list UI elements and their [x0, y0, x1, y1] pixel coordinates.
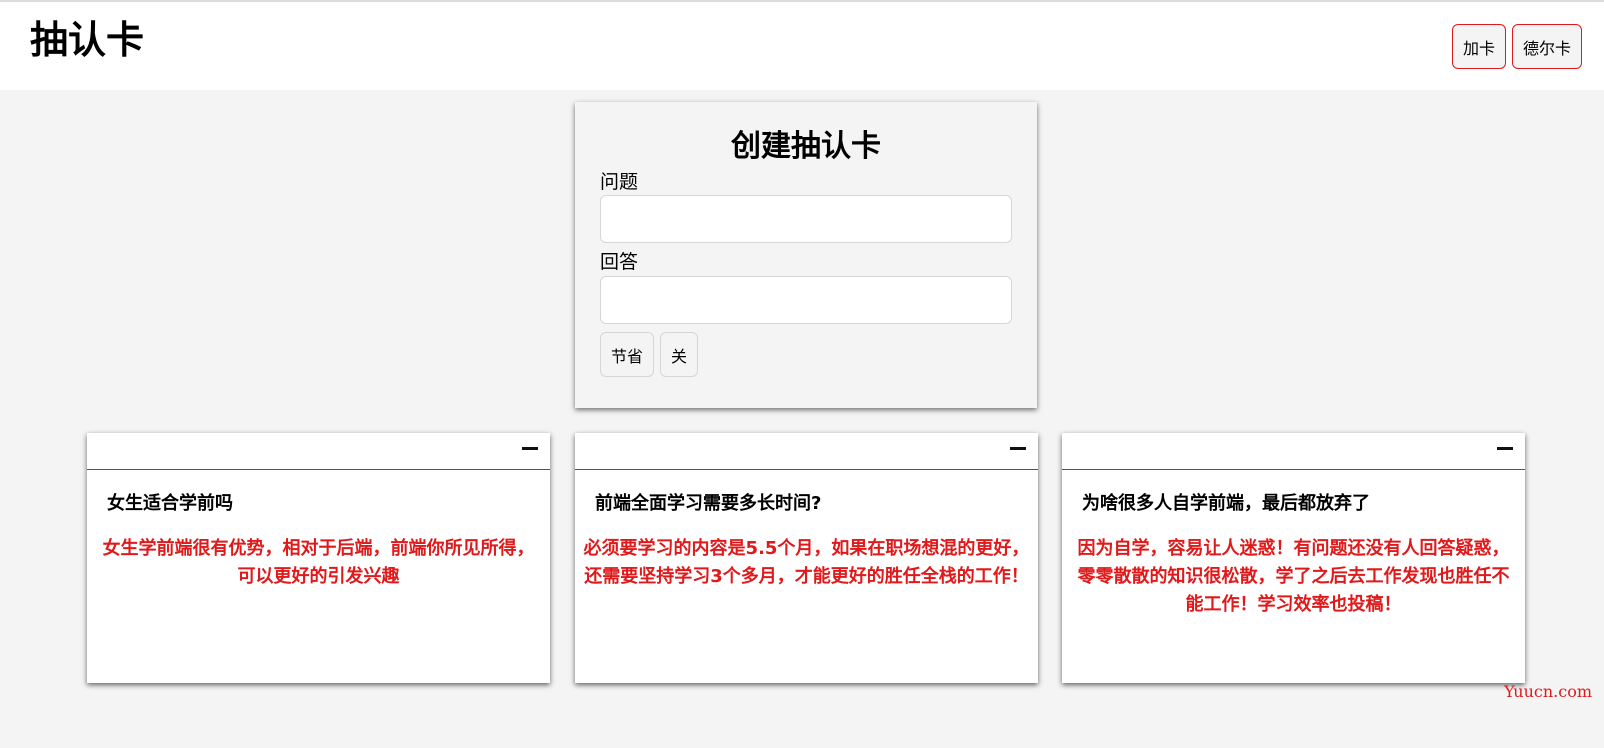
form-title: 创建抽认卡 [731, 129, 881, 164]
card-toolbar [87, 433, 550, 470]
header-actions: 加卡 德尔卡 [1451, 24, 1582, 69]
create-card-form: 创建抽认卡 问题 回答 节省 关 [575, 102, 1037, 408]
form-actions: 节省 关 [600, 332, 1012, 378]
flashcard[interactable]: 前端全面学习需要多长时间? 必须要学习的内容是5.5个月，如果在职场想混的更好，… [575, 433, 1038, 683]
question-input[interactable] [600, 195, 1012, 244]
delete-card-button[interactable]: 德尔卡 [1511, 24, 1582, 69]
close-button[interactable]: 关 [660, 332, 699, 378]
flashcard[interactable]: 女生适合学前吗 女生学前端很有优势，相对于后端，前端你所见所得，可以更好的引发兴… [87, 433, 550, 683]
card-question: 前端全面学习需要多长时间? [595, 493, 822, 514]
card-answer: 因为自学，容易让人迷惑！有问题还没有人回答疑惑，零零散散的知识很松散，学了之后去… [1077, 538, 1510, 616]
question-label: 问题 [600, 170, 639, 193]
answer-label: 回答 [600, 251, 639, 274]
watermark: Yuucn.com [1504, 682, 1592, 701]
page-title: 抽认卡 [30, 18, 145, 62]
card-answer: 必须要学习的内容是5.5个月，如果在职场想混的更好，还需要坚持学习3个多月，才能… [583, 538, 1030, 588]
card-toolbar [1062, 433, 1525, 470]
card-question: 为啥很多人自学前端，最后都放弃了 [1082, 493, 1370, 514]
flashcard[interactable]: 为啥很多人自学前端，最后都放弃了 因为自学，容易让人迷惑！有问题还没有人回答疑惑… [1062, 433, 1525, 683]
save-button[interactable]: 节省 [600, 332, 655, 378]
answer-input[interactable] [600, 276, 1012, 325]
card-answer: 女生学前端很有优势，相对于后端，前端你所见所得，可以更好的引发兴趣 [102, 538, 535, 588]
minus-icon[interactable] [1497, 447, 1513, 450]
add-card-button[interactable]: 加卡 [1451, 24, 1506, 69]
minus-icon[interactable] [1010, 447, 1026, 450]
app-header: 抽认卡 加卡 德尔卡 [0, 0, 1604, 90]
card-toolbar [575, 433, 1038, 470]
card-question: 女生适合学前吗 [107, 493, 233, 514]
minus-icon[interactable] [522, 447, 538, 450]
